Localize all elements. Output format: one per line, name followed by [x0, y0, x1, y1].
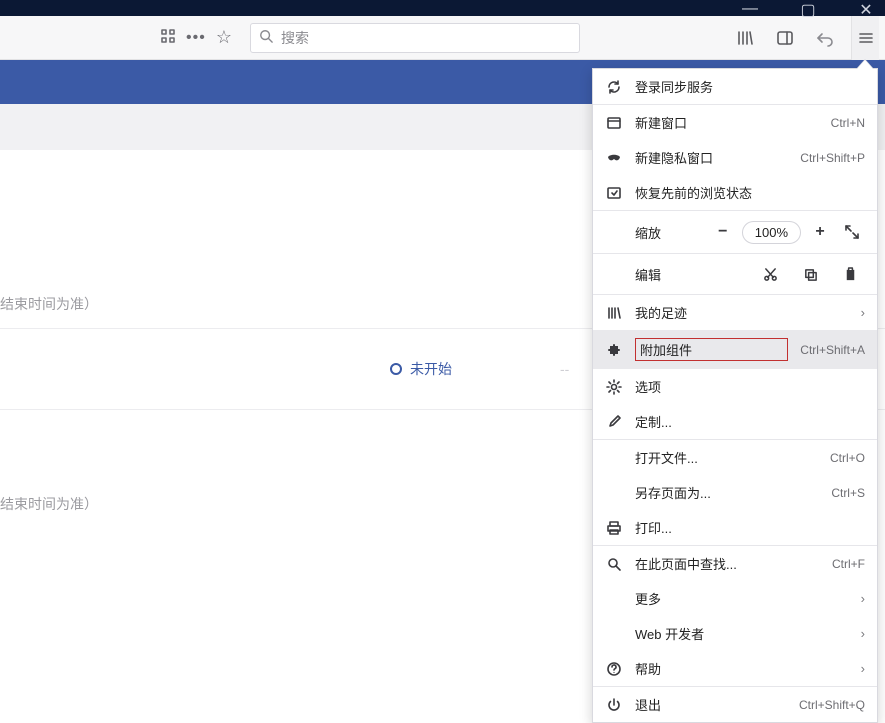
cut-button[interactable]	[755, 262, 785, 286]
fullscreen-button[interactable]	[839, 219, 865, 245]
sync-icon	[605, 78, 623, 96]
search-icon	[259, 29, 273, 46]
toolbar-right-group	[731, 16, 879, 60]
chevron-right-icon: ›	[861, 591, 865, 606]
more-page-actions-icon[interactable]: •••	[186, 29, 206, 47]
menu-sync-login[interactable]: 登录同步服务	[593, 69, 877, 104]
puzzle-icon	[605, 341, 623, 359]
gear-icon	[605, 378, 623, 396]
menu-find-in-page[interactable]: 在此页面中查找... Ctrl+F	[593, 546, 877, 581]
window-title-bar: — ▢ ✕	[0, 0, 885, 16]
chevron-right-icon: ›	[861, 626, 865, 641]
menu-zoom-controls: 缩放 − 100% +	[593, 211, 877, 253]
chevron-right-icon: ›	[861, 661, 865, 676]
menu-help[interactable]: 帮助 ›	[593, 651, 877, 686]
edit-label: 编辑	[605, 265, 665, 284]
menu-restore-session[interactable]: 恢复先前的浏览状态	[593, 175, 877, 210]
zoom-label: 缩放	[605, 223, 665, 242]
zoom-in-button[interactable]: +	[807, 219, 833, 245]
app-menu-panel: 登录同步服务 新建窗口 Ctrl+N 新建隐私窗口 Ctrl+Shift+P 恢…	[592, 68, 878, 723]
bookmark-star-icon[interactable]: ☆	[216, 27, 232, 48]
window-icon	[605, 114, 623, 132]
paste-button[interactable]	[835, 262, 865, 286]
printer-icon	[605, 519, 623, 537]
menu-print[interactable]: 打印...	[593, 510, 877, 545]
mask-icon	[605, 149, 623, 167]
paintbrush-icon	[605, 413, 623, 431]
menu-new-private-window[interactable]: 新建隐私窗口 Ctrl+Shift+P	[593, 140, 877, 175]
app-menu-button[interactable]	[851, 16, 879, 60]
browser-toolbar: ••• ☆ 搜索	[0, 16, 885, 60]
search-placeholder: 搜索	[281, 28, 309, 48]
find-icon	[605, 555, 623, 573]
menu-more[interactable]: 更多 ›	[593, 581, 877, 616]
chevron-right-icon: ›	[861, 305, 865, 320]
menu-customize[interactable]: 定制...	[593, 404, 877, 439]
undo-back-icon[interactable]	[811, 24, 839, 52]
menu-edit-controls: 编辑	[593, 254, 877, 294]
sidebar-toggle-button[interactable]	[771, 24, 799, 52]
zoom-value[interactable]: 100%	[742, 221, 801, 244]
menu-options[interactable]: 选项	[593, 369, 877, 404]
menu-open-file[interactable]: 打开文件... Ctrl+O	[593, 440, 877, 475]
library-icon	[605, 304, 623, 322]
page-actions-group: ••• ☆	[160, 27, 232, 48]
library-button[interactable]	[731, 24, 759, 52]
menu-library[interactable]: 我的足迹 ›	[593, 295, 877, 330]
search-box[interactable]: 搜索	[250, 23, 580, 53]
copy-button[interactable]	[795, 262, 825, 286]
page-action-icon[interactable]	[160, 28, 176, 48]
restore-icon	[605, 184, 623, 202]
status-circle-icon	[390, 363, 402, 375]
zoom-out-button[interactable]: −	[710, 219, 736, 245]
menu-web-developer[interactable]: Web 开发者 ›	[593, 616, 877, 651]
status-dash: --	[560, 361, 569, 377]
menu-quit[interactable]: 退出 Ctrl+Shift+Q	[593, 687, 877, 722]
power-icon	[605, 696, 623, 714]
menu-save-as[interactable]: 另存页面为... Ctrl+S	[593, 475, 877, 510]
menu-new-window[interactable]: 新建窗口 Ctrl+N	[593, 105, 877, 140]
menu-addons[interactable]: 附加组件 Ctrl+Shift+A	[593, 330, 877, 369]
help-icon	[605, 660, 623, 678]
status-label: 未开始	[410, 359, 452, 379]
